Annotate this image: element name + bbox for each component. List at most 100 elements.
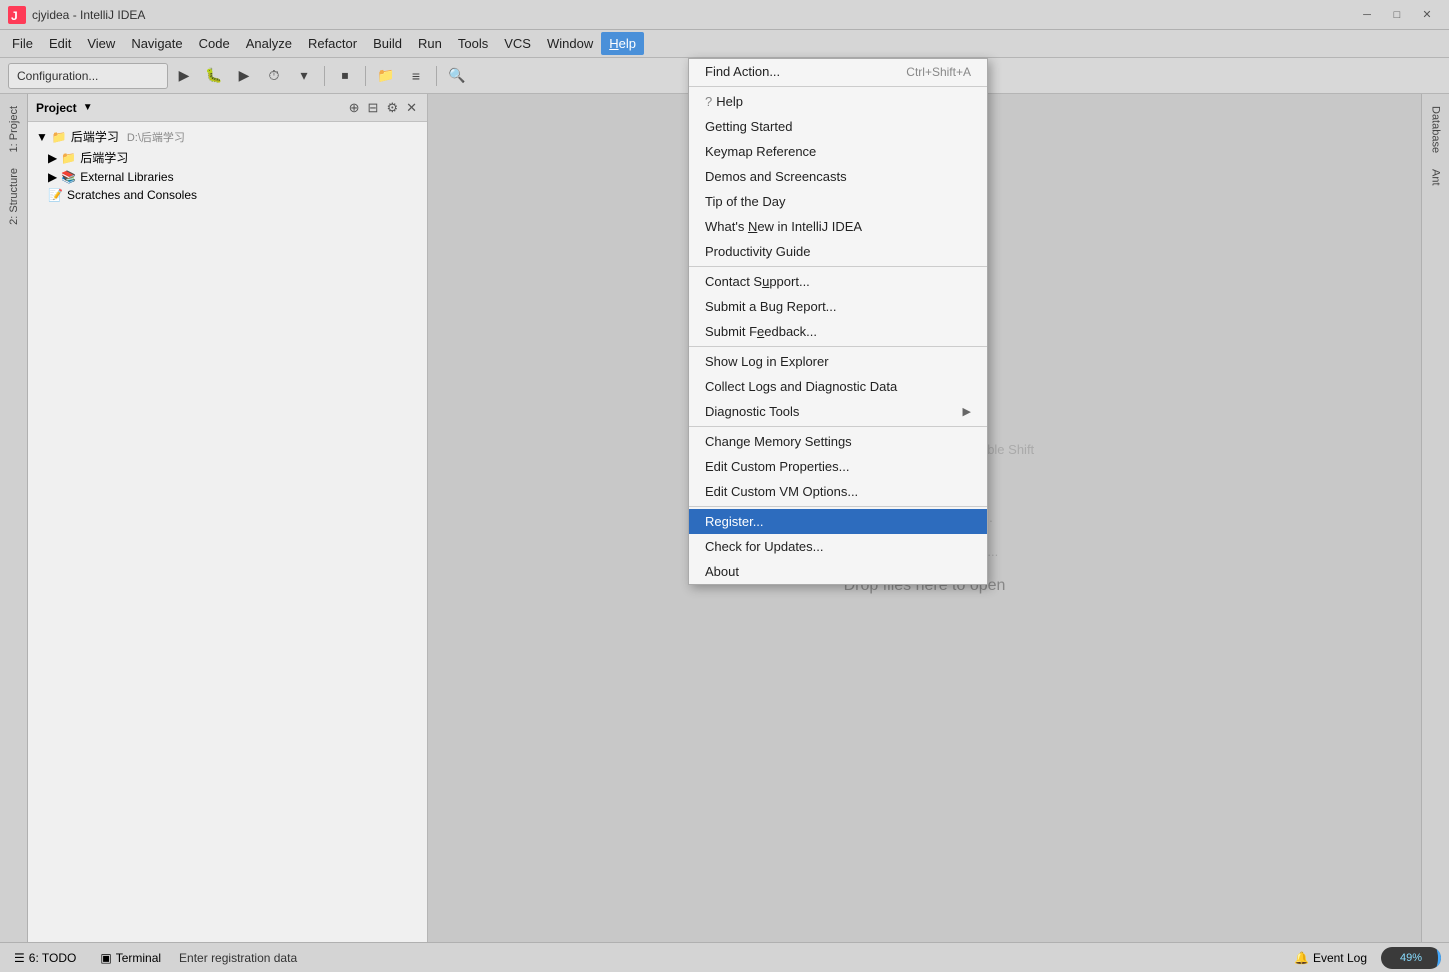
terminal-icon: ▣ [100,951,111,965]
check-updates-label: Check for Updates... [705,539,824,554]
menu-item-submit-bug[interactable]: Submit a Bug Report... [689,294,987,319]
external-libs-label: External Libraries [80,170,173,184]
help-menu: Find Action... Ctrl+Shift+A ? Help Getti… [688,58,988,585]
status-message: Enter registration data [179,951,297,965]
menu-refactor[interactable]: Refactor [300,32,365,55]
menu-window[interactable]: Window [539,32,601,55]
sidebar-item-database[interactable]: Database [1426,98,1446,161]
collect-logs-label: Collect Logs and Diagnostic Data [705,379,897,394]
event-log-button[interactable]: 🔔 Event Log [1288,949,1373,967]
find-action-shortcut: Ctrl+Shift+A [906,65,971,79]
search-everywhere-button[interactable]: 🔍 [443,63,471,89]
status-tab-terminal[interactable]: ▣ Terminal [94,949,167,967]
menu-item-demos[interactable]: Demos and Screencasts [689,164,987,189]
sidebar-item-project[interactable]: 1: Project [4,98,24,160]
external-libs-icon: 📚 [61,170,76,184]
minimize-button[interactable]: ─ [1353,5,1381,25]
menu-navigate[interactable]: Navigate [123,32,190,55]
find-action-label: Find Action... [705,64,780,79]
debug-button[interactable]: 🐛 [200,63,228,89]
submit-bug-label: Submit a Bug Report... [705,299,837,314]
menu-item-edit-custom-vm[interactable]: Edit Custom VM Options... [689,479,987,504]
menu-item-collect-logs[interactable]: Collect Logs and Diagnostic Data [689,374,987,399]
menu-edit[interactable]: Edit [41,32,79,55]
status-bar-right: 🔔 Event Log 49% [1288,947,1441,969]
menu-vcs[interactable]: VCS [496,32,539,55]
menu-separator-3 [689,346,987,347]
memory-indicator[interactable]: 49% [1381,947,1441,969]
menu-item-whats-new[interactable]: What's New in IntelliJ IDEA [689,214,987,239]
structure-view-button[interactable]: ≡ [402,63,430,89]
sidebar-item-ant[interactable]: Ant [1426,161,1446,194]
toolbar-divider-1 [324,66,325,86]
project-panel: Project ▼ ⊕ ⊟ ⚙ ✕ ▼ 📁 后端学习 D:\后端学习 ▶ 📁 后… [28,94,428,942]
menu-view[interactable]: View [79,32,123,55]
menu-file[interactable]: File [4,32,41,55]
sidebar-item-structure[interactable]: 2: Structure [4,160,24,233]
settings-button[interactable]: ⚙ [384,98,400,118]
change-memory-label: Change Memory Settings [705,434,852,449]
tree-item-root-inner[interactable]: ▶ 📁 后端学习 [28,147,427,168]
edit-custom-vm-label: Edit Custom VM Options... [705,484,858,499]
menu-help[interactable]: Help [601,32,644,55]
menu-item-change-memory[interactable]: Change Memory Settings [689,429,987,454]
menu-tools[interactable]: Tools [450,32,496,55]
menu-run[interactable]: Run [410,32,450,55]
menu-item-tip-of-day[interactable]: Tip of the Day [689,189,987,214]
terminal-label: Terminal [116,951,161,965]
menu-item-help[interactable]: ? Help [689,89,987,114]
external-libs-arrow: ▶ [48,170,57,184]
event-log-label: Event Log [1313,951,1367,965]
menu-item-diagnostic-tools[interactable]: Diagnostic Tools ▶ [689,399,987,424]
status-bar: ☰ 6: TODO ▣ Terminal Enter registration … [0,942,1449,972]
stop-button[interactable]: ⏹ [331,63,359,89]
app-logo-icon: J [8,6,26,24]
close-button[interactable]: ✕ [1413,5,1441,25]
left-panel-tabs: 1: Project 2: Structure [0,94,28,942]
menu-code[interactable]: Code [191,32,238,55]
menu-item-about[interactable]: About [689,559,987,584]
todo-label: 6: TODO [29,951,77,965]
status-tab-todo[interactable]: ☰ 6: TODO [8,949,82,967]
project-panel-header: Project ▼ ⊕ ⊟ ⚙ ✕ [28,94,427,122]
project-view-button[interactable]: 📁 [372,63,400,89]
folder-icon-img: 📁 [52,130,67,144]
run-with-coverage-button[interactable]: ▶ [230,63,258,89]
menu-item-submit-feedback[interactable]: Submit Feedback... [689,319,987,344]
whats-new-label: What's New in IntelliJ IDEA [705,219,862,234]
demos-label: Demos and Screencasts [705,169,847,184]
menu-item-check-updates[interactable]: Check for Updates... [689,534,987,559]
project-header-icons: ⊕ ⊟ ⚙ ✕ [347,98,419,118]
menu-item-show-log[interactable]: Show Log in Explorer [689,349,987,374]
menu-find-action[interactable]: Find Action... Ctrl+Shift+A [689,59,987,84]
menu-separator-2 [689,266,987,267]
menu-build[interactable]: Build [365,32,410,55]
productivity-label: Productivity Guide [705,244,811,259]
tree-item-external-libs[interactable]: ▶ 📚 External Libraries [28,168,427,186]
scratches-label: Scratches and Consoles [67,188,197,202]
tree-item-root[interactable]: ▼ 📁 后端学习 D:\后端学习 [28,126,427,147]
menu-item-edit-custom-props[interactable]: Edit Custom Properties... [689,454,987,479]
tip-of-day-label: Tip of the Day [705,194,785,209]
maximize-button[interactable]: □ [1383,5,1411,25]
menu-item-getting-started[interactable]: Getting Started [689,114,987,139]
menu-bar: File Edit View Navigate Code Analyze Ref… [0,30,1449,58]
menu-item-register[interactable]: Register... [689,509,987,534]
run-config-dropdown[interactable]: ▾ [290,63,318,89]
menu-item-productivity[interactable]: Productivity Guide [689,239,987,264]
menu-item-keymap-ref[interactable]: Keymap Reference [689,139,987,164]
menu-analyze[interactable]: Analyze [238,32,300,55]
contact-support-label: Contact Support... [705,274,810,289]
project-panel-title: Project ▼ [36,101,93,115]
run-button[interactable]: ▶ [170,63,198,89]
profile-button[interactable]: ⏱ [260,63,288,89]
collapse-all-button[interactable]: ⊟ [366,98,381,118]
help-icon: ? [705,94,712,109]
locate-file-button[interactable]: ⊕ [347,98,362,118]
close-panel-button[interactable]: ✕ [404,98,419,118]
folder-icon-inner: ▶ [48,151,57,165]
run-config-selector[interactable]: Configuration... [8,63,168,89]
menu-separator-5 [689,506,987,507]
tree-item-scratches[interactable]: 📝 Scratches and Consoles [28,186,427,204]
menu-item-contact-support[interactable]: Contact Support... [689,269,987,294]
